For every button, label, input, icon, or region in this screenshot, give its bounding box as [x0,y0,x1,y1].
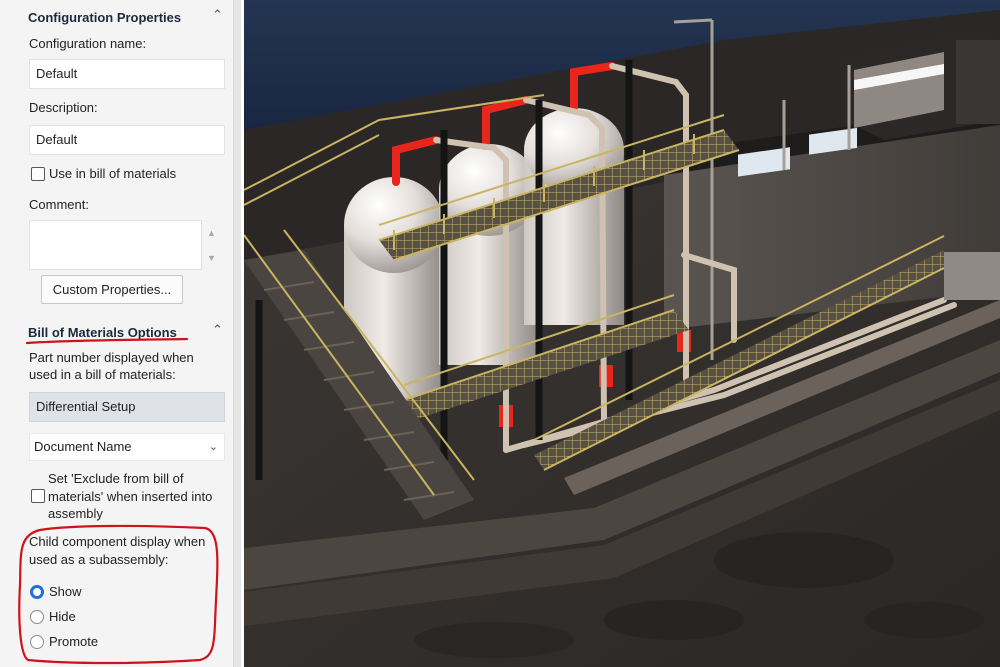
exclude-label-line3: assembly [48,506,103,521]
configuration-properties-heading: Configuration Properties [28,10,182,25]
exclude-label-line2: materials' when inserted into [48,489,213,504]
child-display-label-line1: Child component display when [29,534,206,549]
part-number-label-line2: used in a bill of materials: [29,367,176,382]
equipment-box [944,252,1000,300]
exclude-from-bom-checkbox[interactable] [31,489,45,503]
comment-label: Comment: [29,197,89,212]
chevron-up-icon[interactable]: ⌃ [212,322,223,338]
use-in-bom-checkbox[interactable] [31,167,45,181]
configuration-name-label: Configuration name: [29,36,147,51]
comment-textarea[interactable] [29,220,202,270]
promote-radio[interactable] [30,635,44,649]
exclude-label-line1: Set 'Exclude from bill of [48,471,184,486]
configuration-name-field[interactable]: Default [29,59,225,89]
show-radio[interactable] [30,585,44,599]
3d-model-viewport[interactable] [244,0,1000,667]
promote-radio-label: Promote [49,634,99,649]
custom-properties-button[interactable]: Custom Properties... [41,275,183,304]
document-name-dropdown[interactable]: Document Name ⌄ [29,433,225,461]
bom-options-heading: Bill of Materials Options [28,325,177,340]
part-number-label-line1: Part number displayed when [29,350,194,365]
configuration-property-panel: Configuration Properties ⌃ Configuration… [0,0,240,667]
scroll-down-icon[interactable]: ▼ [207,253,216,263]
scroll-up-icon[interactable]: ▲ [207,228,216,238]
part-number-field[interactable]: Differential Setup [29,392,225,422]
child-display-label-line2: used as a subassembly: [29,552,169,567]
show-radio-label: Show [49,584,82,599]
description-field[interactable]: Default [29,125,225,155]
hide-radio-label: Hide [49,609,76,624]
use-in-bom-label: Use in bill of materials [49,166,177,181]
panel-scrollbar[interactable] [233,0,241,667]
hide-radio[interactable] [30,610,44,624]
document-name-value: Document Name [34,439,132,454]
chevron-up-icon[interactable]: ⌃ [212,7,223,23]
description-label: Description: [29,100,98,115]
chevron-down-icon: ⌄ [208,441,218,453]
